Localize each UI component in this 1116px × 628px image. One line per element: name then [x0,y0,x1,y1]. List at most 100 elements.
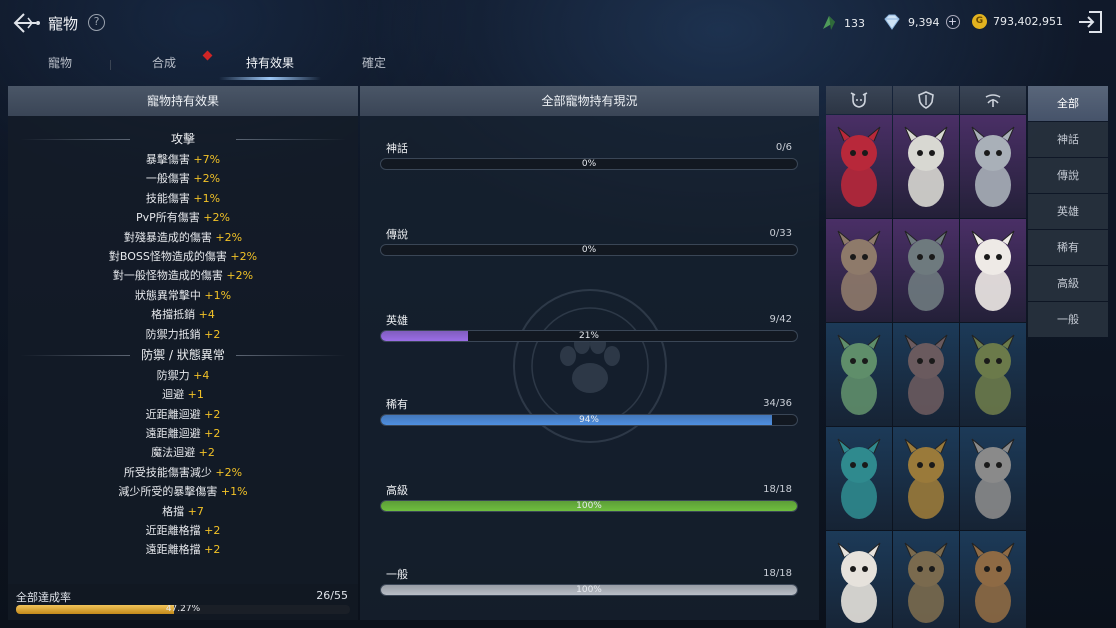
effect-value: +1 [187,388,204,402]
rarity-filter-list: 全部 神話 傳說 英雄 稀有 高級 一般 [1028,86,1108,338]
effect-name: 對BOSS怪物造成的傷害 [108,249,227,263]
achievement-rate: 全部達成率 26/55 47.27% [8,584,358,620]
tab-bar: 寵物 合成 持有效果 確定 [0,50,430,82]
effect-value: +2 [204,427,221,441]
achievement-label: 全部達成率 [16,591,71,604]
effect-row: 減少所受的暴擊傷害 +1% [8,482,358,501]
exit-icon [1079,11,1102,33]
category-beast-button[interactable] [826,86,892,114]
rarity-name: 一般 [386,568,408,581]
ghost-beast-pet [904,230,948,311]
tab-synthesis[interactable]: 合成 [122,50,206,80]
tab-owned-effect[interactable]: 持有效果 [222,50,318,80]
filter-button[interactable]: 高級 [1028,266,1108,301]
rarity-percent: 100% [576,501,602,511]
rarity-name: 英雄 [386,314,408,327]
pet-card[interactable] [826,115,892,218]
rarity-name: 高級 [386,484,408,497]
active-tab-underline [219,77,321,80]
effect-value: +1% [193,191,221,205]
pet-card[interactable] [960,531,1026,628]
rarity-count: 18/18 [763,484,792,495]
exit-button[interactable] [1075,8,1105,36]
effect-row: 技能傷害 +1% [8,189,358,208]
effect-name: PvP所有傷害 [136,211,200,225]
category-spirit-button[interactable] [960,86,1026,114]
filter-button[interactable]: 神話 [1028,122,1108,157]
effect-name: 防禦力 [156,368,190,382]
gold-amount: 793,402,951 [993,15,1063,28]
achievement-progress-bar: 47.27% [16,605,350,614]
filter-button[interactable]: 稀有 [1028,230,1108,265]
effect-name: 近距離迴避 [145,407,201,421]
pet-card[interactable] [826,427,892,530]
help-icon[interactable]: ? [88,14,105,31]
effect-row: 所受技能傷害減少 +2% [8,463,358,482]
effect-value: +2% [193,172,221,186]
effect-value: +7 [187,504,204,518]
bone-warrior-pet [904,542,948,623]
collection-status-panel: 全部寵物持有現況 神話 0/6 0% 傳說 0/33 0% 英雄 9/42 21% 稀有 34/36… [360,86,819,620]
add-diamond-button[interactable]: + [945,15,960,29]
pet-card[interactable] [893,531,959,628]
effect-name: 防禦力抵銷 [145,327,201,341]
category-guardian-button[interactable] [893,86,959,114]
pet-card[interactable] [826,323,892,426]
effect-row: 對一般怪物造成的傷害 +2% [8,266,358,285]
attack-effects: 暴擊傷害 +7% 一般傷害 +2% 技能傷害 +1% PvP所有傷害 +2% 對殘暴造成… [8,150,358,344]
effect-row: 近距離迴避 +2 [8,405,358,424]
rarity-percent: 0% [581,245,597,255]
diamond-amount: 9,394 [908,15,940,29]
effect-row: 格擋 +7 [8,502,358,521]
effect-name: 所受技能傷害減少 [123,465,212,479]
effect-name: 對殘暴造成的傷害 [123,230,212,244]
effect-value: +2% [226,269,254,283]
tab-confirm[interactable]: 確定 [334,50,414,80]
pet-card[interactable] [826,531,892,628]
shield-category-icon [918,91,934,109]
back-button[interactable] [12,10,42,36]
effect-row: 防禦力 +4 [8,366,358,385]
rarity-count: 0/6 [775,142,792,153]
flower-girl-pet [971,334,1015,415]
filter-button[interactable]: 英雄 [1028,194,1108,229]
crystal-currency: 133 [820,14,865,32]
beast-category-icon [850,92,868,108]
pet-card[interactable] [960,115,1026,218]
rarity-count: 0/33 [769,228,792,239]
pet-card[interactable] [826,219,892,322]
rarity-percent: 94% [578,415,599,425]
tab-pet[interactable]: 寵物 [20,50,100,80]
effect-row: PvP所有傷害 +2% [8,208,358,227]
pet-card[interactable] [893,323,959,426]
filter-button[interactable]: 全部 [1028,86,1108,121]
pet-card[interactable] [960,323,1026,426]
rarity-count: 9/42 [769,314,792,325]
pet-card[interactable] [960,427,1026,530]
effect-name: 對一般怪物造成的傷害 [112,269,223,283]
effect-value: +2 [204,407,221,421]
effect-row: 近距離格擋 +2 [8,521,358,540]
pet-card[interactable] [893,219,959,322]
effect-list[interactable]: 攻擊 暴擊傷害 +7% 一般傷害 +2% 技能傷害 +1% PvP所有傷害 +2% 對殘… [8,128,358,584]
white-goat-pet [904,126,948,207]
filter-button[interactable]: 一般 [1028,302,1108,337]
pet-card[interactable] [960,219,1026,322]
white-cat-pet [837,542,881,623]
pet-card[interactable] [893,427,959,530]
effect-value: +2% [230,249,258,263]
effect-row: 一般傷害 +2% [8,169,358,188]
top-bar: 寵物 ? 133 9,394 + G 793,402,951 [0,0,1116,46]
effect-value: +4 [193,368,210,382]
rarity-progress-bar: 100% [380,500,798,512]
gold-helm-pet [971,542,1015,623]
filter-button[interactable]: 傳說 [1028,158,1108,193]
effect-name: 技能傷害 [145,191,190,205]
effect-row: 狀態異常擊中 +1% [8,286,358,305]
pet-card[interactable] [893,115,959,218]
spirit-category-icon [985,94,1001,107]
defense-effects: 防禦力 +4 迴避 +1 近距離迴避 +2 遠距離迴避 +2 魔法迴避 +2 所受技能傷害… [8,366,358,560]
effect-row: 對殘暴造成的傷害 +2% [8,228,358,247]
effect-name: 狀態異常擊中 [134,288,201,302]
rarity-progress-bar: 21% [380,330,798,342]
